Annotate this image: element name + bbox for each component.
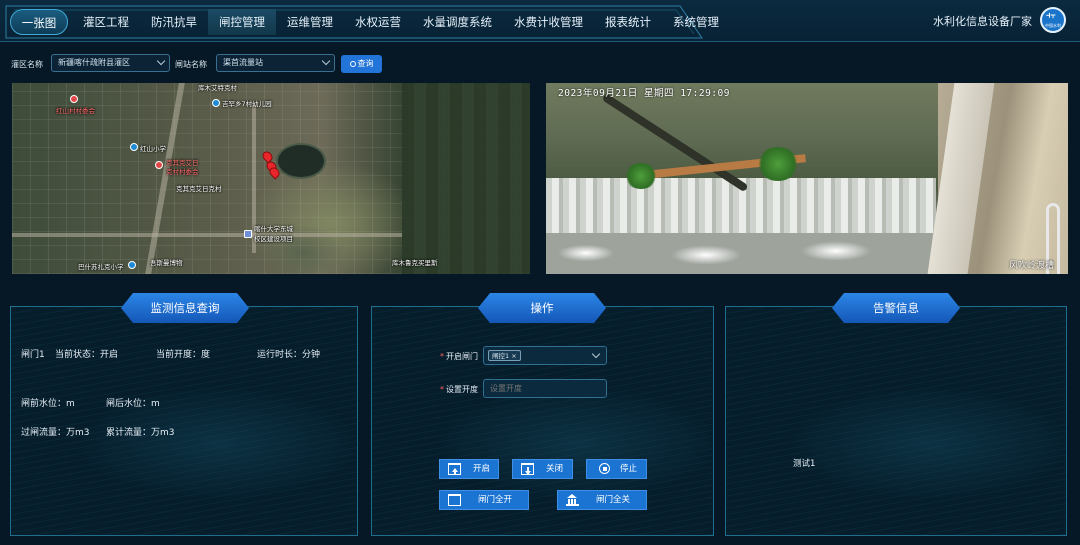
- farm-fields: [402, 83, 530, 274]
- alarm-panel: [725, 306, 1067, 536]
- open-all-button-label: 闸门全开: [478, 495, 513, 505]
- gate-name: 闸门1: [21, 350, 45, 360]
- open-all-button[interactable]: 闸门全开: [439, 490, 529, 510]
- reservoir: [276, 143, 326, 179]
- nav-item-water-rights[interactable]: 水权运营: [344, 9, 412, 35]
- location-pin-icon: [70, 95, 78, 103]
- downstream-water-level: 闸后水位：m: [106, 399, 160, 409]
- school-pin-icon: [212, 99, 220, 107]
- nav-item-water-fee[interactable]: 水费计收管理: [503, 9, 594, 35]
- monitor-panel-title: 监测信息查询: [121, 293, 249, 323]
- pause-icon: [599, 463, 610, 474]
- query-button[interactable]: 查询: [341, 55, 382, 73]
- gate-open-all-icon: [448, 494, 461, 506]
- gate-flow: 过闸流量：万m3: [21, 428, 90, 438]
- operation-panel-title: 操作: [478, 293, 606, 323]
- open-gate-label: * 开启闸门: [440, 352, 478, 361]
- gate-close-all-icon: [566, 494, 579, 506]
- map-label: 库木鲁克买里斯: [392, 259, 438, 267]
- chevron-down-icon: [156, 56, 166, 66]
- nav-item-maintenance[interactable]: 运维管理: [276, 9, 344, 35]
- district-select-value: 新疆喀什疏附县灌区: [58, 58, 130, 67]
- gate-runtime: 运行时长：分钟: [257, 350, 321, 360]
- building-icon: [244, 230, 252, 238]
- search-icon: [349, 61, 356, 67]
- close-all-button-label: 闸门全关: [596, 495, 631, 505]
- school-pin-icon: [128, 261, 136, 269]
- operation-panel: [371, 306, 714, 536]
- nav-item-overview-map[interactable]: 一张图: [10, 9, 68, 35]
- upstream-water-level: 闸前水位：m: [21, 399, 75, 409]
- map-label: 吾斯曼博物: [150, 259, 183, 267]
- station-select[interactable]: 渠首流量站: [216, 54, 335, 72]
- set-opening-label: * 设置开度: [440, 385, 478, 394]
- nav-item-gate-control[interactable]: 闸控管理: [208, 9, 276, 35]
- camera-name: 风吹岭渡槽: [1008, 261, 1054, 271]
- gate-close-icon: [521, 463, 534, 475]
- chevron-down-icon: [321, 56, 331, 66]
- nav-item-reports[interactable]: 报表统计: [594, 9, 662, 35]
- nav-item-flood-drought[interactable]: 防汛抗旱: [140, 9, 208, 35]
- gate-status: 当前状态：开启: [55, 350, 119, 360]
- gate-select[interactable]: 闸控1 ×: [483, 346, 607, 365]
- map-label: 克其克艾日克村: [176, 185, 222, 193]
- nav-item-irrigation-engineering[interactable]: 灌区工程: [72, 9, 140, 35]
- district-label: 灌区名称: [11, 60, 43, 69]
- map-label: 校区建设项目: [254, 235, 293, 243]
- query-button-label: 查询: [357, 59, 374, 68]
- nav-item-system[interactable]: 系统管理: [662, 9, 730, 35]
- nav-menu: 一张图 灌区工程 防汛抗旱 闸控管理 运维管理 水权运营 水量调度系统 水费计收…: [10, 9, 730, 35]
- district-select[interactable]: 新疆喀什疏附县灌区: [51, 54, 170, 72]
- chevron-down-icon: [591, 349, 601, 359]
- monitor-panel: [10, 306, 358, 536]
- cumulative-flow: 累计流量：万m3: [106, 428, 175, 438]
- close-button-label: 关闭: [546, 464, 564, 474]
- map-label: 克村村委会: [166, 168, 199, 176]
- filter-bar: 灌区名称 新疆喀什疏附县灌区 闸站名称 渠首流量站: [0, 48, 1080, 78]
- nav-item-water-dispatch[interactable]: 水量调度系统: [412, 9, 503, 35]
- station-label: 闸站名称: [175, 60, 207, 69]
- location-pin-icon: [155, 161, 163, 169]
- map-label: 红山小学: [140, 145, 166, 153]
- school-pin-icon: [130, 143, 138, 151]
- logo-caption: 中国水利: [1045, 23, 1061, 28]
- water-ministry-logo-icon: ⫞⫟ 中国水利: [1040, 7, 1066, 33]
- close-icon[interactable]: ×: [511, 352, 516, 360]
- stop-button-label: 停止: [620, 464, 638, 474]
- selected-gate-tag: 闸控1 ×: [488, 350, 521, 361]
- alarm-panel-title: 告警信息: [832, 293, 960, 323]
- map-label: 库木艾特克村: [198, 84, 237, 92]
- station-select-value: 渠首流量站: [223, 58, 263, 67]
- alarm-message: 测试1: [793, 459, 816, 469]
- map-label: 吉罕乡7村幼儿园: [222, 100, 272, 108]
- close-all-button[interactable]: 闸门全关: [557, 490, 647, 510]
- gate-opening: 当前开度：度: [156, 350, 211, 360]
- satellite-map[interactable]: 红山村村委会 库木艾特克村 吉罕乡7村幼儿园 红山小学 克其克艾日 克村村委会 …: [12, 83, 530, 274]
- video-timestamp: 2023年09月21日 星期四 17:29:09: [558, 88, 730, 99]
- map-label: 喀什大学东城: [254, 225, 293, 233]
- map-label: 红山村村委会: [56, 107, 95, 115]
- close-button[interactable]: 关闭: [512, 459, 573, 479]
- stop-button[interactable]: 停止: [586, 459, 647, 479]
- camera-video-feed[interactable]: 2023年09月21日 星期四 17:29:09 风吹岭渡槽: [546, 83, 1068, 274]
- vendor-name: 水利化信息设备厂家: [933, 15, 1032, 28]
- open-button[interactable]: 开启: [439, 459, 499, 479]
- gate-open-icon: [448, 463, 461, 475]
- opening-input[interactable]: [483, 379, 607, 398]
- open-button-label: 开启: [473, 464, 491, 474]
- top-navigation: 一张图 灌区工程 防汛抗旱 闸控管理 运维管理 水权运营 水量调度系统 水费计收…: [0, 0, 1080, 42]
- map-label: 巴什苏扎克小学: [78, 263, 124, 271]
